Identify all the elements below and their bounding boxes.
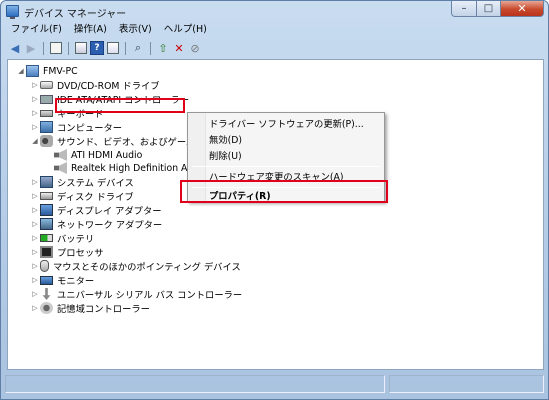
back-arrow-icon[interactable]: ◀ <box>8 41 22 55</box>
tree-item-storage[interactable]: ▷ 記憶域コントローラー <box>30 301 150 315</box>
tree-item-label: DVD/CD-ROM ドライブ <box>57 81 160 92</box>
tree-item-processor[interactable]: ▷ プロセッサ <box>30 245 104 259</box>
selected-device-highlight <box>55 98 185 113</box>
expand-icon[interactable]: ▷ <box>30 304 40 312</box>
tree-icon[interactable] <box>106 41 120 55</box>
mouse-icon <box>40 260 49 272</box>
tree-item-ati-hdmi[interactable]: ATI HDMI Audio <box>54 148 142 162</box>
ide-controller-icon <box>40 94 53 104</box>
expand-icon[interactable]: ▷ <box>30 206 40 214</box>
computer-icon <box>26 65 39 77</box>
properties-icon[interactable] <box>74 41 88 55</box>
update-driver-icon[interactable]: ⇧ <box>156 41 170 55</box>
expand-icon[interactable]: ▷ <box>30 262 40 270</box>
tree-item-computer[interactable]: ▷ コンピューター <box>30 120 122 134</box>
properties-highlight <box>180 180 388 203</box>
tree-item-label: モニター <box>57 276 95 287</box>
hardware-scan-icon[interactable]: ⌕ <box>131 41 145 55</box>
menu-item-disable[interactable]: 無効(D) <box>209 134 242 148</box>
tree-item-battery[interactable]: ▷ バッテリ <box>30 231 94 245</box>
processor-icon <box>40 246 53 258</box>
dvd-drive-icon <box>40 81 53 89</box>
minimize-button[interactable]: – <box>451 1 477 17</box>
tree-item-monitor[interactable]: ▷ モニター <box>30 273 94 287</box>
tree-item-label: コンピューター <box>57 123 123 134</box>
menu-help[interactable]: ヘルプ(H) <box>158 22 213 38</box>
tree-item-label: プロセッサ <box>57 248 104 259</box>
usb-icon <box>42 288 51 300</box>
status-cell-secondary <box>389 375 544 393</box>
device-manager-icon <box>6 5 19 19</box>
monitor-icon <box>40 275 53 285</box>
window-title: デバイス マネージャー <box>24 9 127 20</box>
tree-item-dvd[interactable]: ▷ DVD/CD-ROM ドライブ <box>30 78 160 92</box>
speaker-icon <box>54 149 67 161</box>
tree-item-label: ディスク ドライブ <box>57 192 134 203</box>
expand-icon[interactable]: ▷ <box>30 192 40 200</box>
close-button[interactable]: ✕ <box>501 1 544 17</box>
window-controls: – □ ✕ <box>451 1 544 18</box>
computer-icon <box>40 121 53 133</box>
expand-icon[interactable]: ▷ <box>30 123 40 131</box>
network-adapter-icon <box>40 218 53 230</box>
speaker-icon <box>54 162 67 174</box>
maximize-button[interactable]: □ <box>477 1 501 17</box>
tree-item-usb[interactable]: ▷ ユニバーサル シリアル バス コントローラー <box>30 287 242 301</box>
battery-icon <box>40 234 53 242</box>
menu-separator <box>192 166 380 167</box>
forward-arrow-icon[interactable]: ▶ <box>24 41 38 55</box>
tree-item-label: マウスとそのほかのポインティング デバイス <box>53 262 241 273</box>
expand-icon[interactable]: ▷ <box>30 248 40 256</box>
menu-file[interactable]: ファイル(F) <box>5 22 68 38</box>
status-cell-main <box>5 375 385 393</box>
expand-icon[interactable]: ▷ <box>30 290 40 298</box>
tree-item-label: ATI HDMI Audio <box>71 149 143 161</box>
expand-icon[interactable]: ▷ <box>30 234 40 242</box>
help-icon[interactable]: ? <box>90 41 104 55</box>
menu-item-uninstall[interactable]: 削除(U) <box>209 150 242 164</box>
expand-icon[interactable]: ▷ <box>30 95 40 103</box>
tree-item-system[interactable]: ▷ システム デバイス <box>30 175 134 189</box>
expand-icon[interactable]: ▷ <box>30 178 40 186</box>
tree-item-label: システム デバイス <box>57 178 134 189</box>
tree-item-realtek[interactable]: Realtek High Definition Audio <box>54 161 207 175</box>
tree-item-label: ネットワーク アダプター <box>57 220 163 231</box>
menu-bar: ファイル(F) 操作(A) 表示(V) ヘルプ(H) <box>5 22 544 38</box>
uninstall-icon[interactable]: ✕ <box>172 41 186 55</box>
menu-view[interactable]: 表示(V) <box>113 22 158 38</box>
tree-item-network[interactable]: ▷ ネットワーク アダプター <box>30 217 162 231</box>
expand-icon[interactable]: ▷ <box>30 276 40 284</box>
system-device-icon <box>40 176 53 188</box>
tree-item-mouse[interactable]: ▷ マウスとそのほかのポインティング デバイス <box>30 259 241 273</box>
disk-drive-icon <box>40 192 53 200</box>
tree-item-display[interactable]: ▷ ディスプレイ アダプター <box>30 203 162 217</box>
display-adapter-icon <box>40 204 53 216</box>
expand-icon[interactable]: ▷ <box>30 109 40 117</box>
disable-icon[interactable]: ⊘ <box>188 41 202 55</box>
tree-root-label: FMV-PC <box>43 65 78 77</box>
menu-action[interactable]: 操作(A) <box>68 22 113 38</box>
collapse-icon[interactable]: ◢ <box>30 137 40 145</box>
toolbar: ◀ ▶ ? ⌕ ⇧ ✕ ⊘ <box>5 39 544 57</box>
storage-controller-icon <box>40 302 53 314</box>
tree-root[interactable]: ◢ FMV-PC <box>16 64 78 78</box>
keyboard-icon <box>40 109 53 117</box>
tree-item-label: バッテリ <box>57 234 95 245</box>
title-bar[interactable]: デバイス マネージャー – □ ✕ <box>1 1 548 21</box>
collapse-icon[interactable]: ◢ <box>16 67 26 75</box>
tree-item-disk[interactable]: ▷ ディスク ドライブ <box>30 189 134 203</box>
tree-view-icon[interactable] <box>49 41 63 55</box>
expand-icon[interactable]: ▷ <box>30 81 40 89</box>
tree-item-label: 記憶域コントローラー <box>57 304 150 315</box>
menu-item-update-driver[interactable]: ドライバー ソフトウェアの更新(P)... <box>209 118 364 132</box>
sound-controller-icon <box>40 135 53 147</box>
tree-item-label: ディスプレイ アダプター <box>57 206 162 217</box>
tree-item-label: ユニバーサル シリアル バス コントローラー <box>57 290 243 301</box>
status-bar <box>5 373 544 395</box>
expand-icon[interactable]: ▷ <box>30 220 40 228</box>
